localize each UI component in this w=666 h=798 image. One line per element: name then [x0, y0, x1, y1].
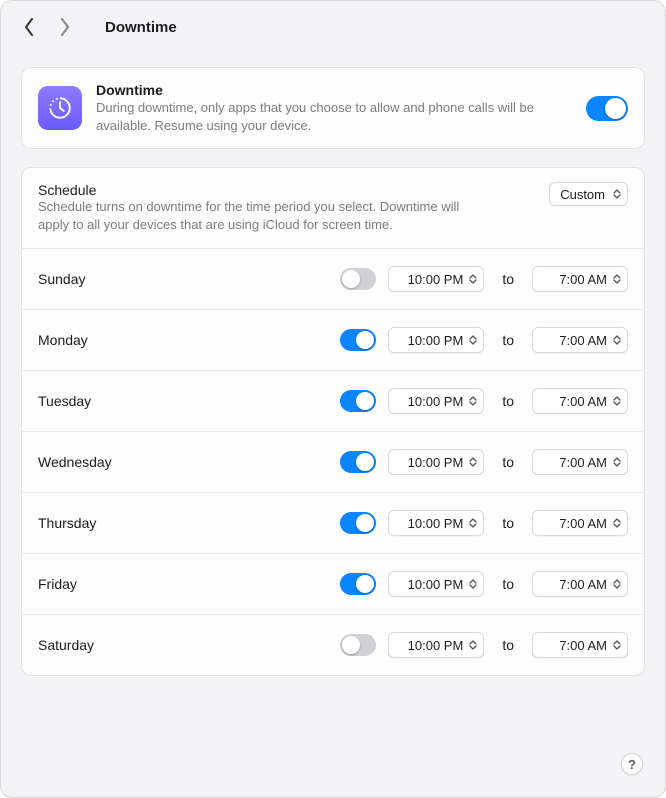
- time-stepper-icon: [611, 454, 623, 470]
- schedule-mode-popup[interactable]: Custom: [549, 182, 628, 206]
- start-time-field-thursday[interactable]: 10:00 PM: [388, 510, 484, 536]
- schedule-day-row: Sunday 10:00 PM to 7:00 AM: [22, 249, 644, 310]
- start-time-field-sunday[interactable]: 10:00 PM: [388, 266, 484, 292]
- time-to-label: to: [496, 637, 520, 653]
- back-button[interactable]: [15, 13, 43, 41]
- end-time-field-thursday[interactable]: 7:00 AM: [532, 510, 628, 536]
- end-time-value: 7:00 AM: [559, 455, 607, 470]
- end-time-value: 7:00 AM: [559, 272, 607, 287]
- time-stepper-icon: [467, 271, 479, 287]
- start-time-value: 10:00 PM: [408, 516, 464, 531]
- downtime-master-toggle[interactable]: [586, 96, 628, 121]
- content: Downtime During downtime, only apps that…: [1, 67, 665, 746]
- day-toggle-thursday[interactable]: [340, 512, 376, 534]
- help-button[interactable]: ?: [621, 753, 643, 775]
- start-time-field-wednesday[interactable]: 10:00 PM: [388, 449, 484, 475]
- schedule-header: Schedule Schedule turns on downtime for …: [22, 168, 644, 249]
- forward-button[interactable]: [51, 13, 79, 41]
- time-to-label: to: [496, 271, 520, 287]
- day-label: Sunday: [38, 271, 328, 287]
- preferences-window: Downtime Downtime During downtime, only …: [0, 0, 666, 798]
- start-time-field-tuesday[interactable]: 10:00 PM: [388, 388, 484, 414]
- time-stepper-icon: [611, 271, 623, 287]
- schedule-day-row: Monday 10:00 PM to 7:00 AM: [22, 310, 644, 371]
- day-label: Thursday: [38, 515, 328, 531]
- time-to-label: to: [496, 332, 520, 348]
- day-toggle-wednesday[interactable]: [340, 451, 376, 473]
- start-time-value: 10:00 PM: [408, 577, 464, 592]
- time-stepper-icon: [467, 576, 479, 592]
- downtime-icon: [38, 86, 82, 130]
- day-toggle-friday[interactable]: [340, 573, 376, 595]
- schedule-mode-label: Custom: [560, 187, 605, 202]
- end-time-value: 7:00 AM: [559, 638, 607, 653]
- day-toggle-sunday[interactable]: [340, 268, 376, 290]
- schedule-day-row: Saturday 10:00 PM to 7:00 AM: [22, 615, 644, 675]
- end-time-field-monday[interactable]: 7:00 AM: [532, 327, 628, 353]
- end-time-field-sunday[interactable]: 7:00 AM: [532, 266, 628, 292]
- end-time-field-tuesday[interactable]: 7:00 AM: [532, 388, 628, 414]
- downtime-summary-text: Downtime During downtime, only apps that…: [96, 82, 572, 134]
- time-stepper-icon: [467, 393, 479, 409]
- time-to-label: to: [496, 393, 520, 409]
- start-time-field-monday[interactable]: 10:00 PM: [388, 327, 484, 353]
- time-stepper-icon: [467, 454, 479, 470]
- time-stepper-icon: [611, 515, 623, 531]
- end-time-field-friday[interactable]: 7:00 AM: [532, 571, 628, 597]
- schedule-day-list: Sunday 10:00 PM to 7:00 AM Monday 10:00 PM to 7…: [22, 249, 644, 675]
- time-stepper-icon: [611, 332, 623, 348]
- time-stepper-icon: [611, 393, 623, 409]
- time-stepper-icon: [467, 637, 479, 653]
- time-to-label: to: [496, 576, 520, 592]
- schedule-day-row: Friday 10:00 PM to 7:00 AM: [22, 554, 644, 615]
- chevron-left-icon: [22, 17, 36, 37]
- day-label: Wednesday: [38, 454, 328, 470]
- day-toggle-tuesday[interactable]: [340, 390, 376, 412]
- start-time-value: 10:00 PM: [408, 455, 464, 470]
- downtime-summary-description: During downtime, only apps that you choo…: [96, 99, 536, 134]
- day-label: Monday: [38, 332, 328, 348]
- end-time-field-wednesday[interactable]: 7:00 AM: [532, 449, 628, 475]
- time-to-label: to: [496, 454, 520, 470]
- popup-stepper-icon: [611, 186, 623, 202]
- start-time-value: 10:00 PM: [408, 394, 464, 409]
- day-label: Tuesday: [38, 393, 328, 409]
- end-time-value: 7:00 AM: [559, 394, 607, 409]
- end-time-value: 7:00 AM: [559, 516, 607, 531]
- downtime-summary-title: Downtime: [96, 82, 572, 98]
- time-stepper-icon: [467, 332, 479, 348]
- schedule-day-row: Thursday 10:00 PM to 7:00 AM: [22, 493, 644, 554]
- toolbar: Downtime: [1, 1, 665, 53]
- schedule-card: Schedule Schedule turns on downtime for …: [21, 167, 645, 676]
- time-to-label: to: [496, 515, 520, 531]
- end-time-value: 7:00 AM: [559, 333, 607, 348]
- time-stepper-icon: [611, 637, 623, 653]
- day-label: Friday: [38, 576, 328, 592]
- day-toggle-monday[interactable]: [340, 329, 376, 351]
- schedule-day-row: Tuesday 10:00 PM to 7:00 AM: [22, 371, 644, 432]
- start-time-value: 10:00 PM: [408, 333, 464, 348]
- help-icon: ?: [628, 757, 636, 772]
- time-stepper-icon: [467, 515, 479, 531]
- schedule-title: Schedule: [38, 182, 537, 198]
- page-title: Downtime: [105, 19, 177, 36]
- end-time-value: 7:00 AM: [559, 577, 607, 592]
- schedule-description: Schedule turns on downtime for the time …: [38, 198, 478, 234]
- start-time-field-friday[interactable]: 10:00 PM: [388, 571, 484, 597]
- chevron-right-icon: [58, 17, 72, 37]
- start-time-value: 10:00 PM: [408, 638, 464, 653]
- day-label: Saturday: [38, 637, 328, 653]
- start-time-field-saturday[interactable]: 10:00 PM: [388, 632, 484, 658]
- schedule-day-row: Wednesday 10:00 PM to 7:00 AM: [22, 432, 644, 493]
- downtime-summary-card: Downtime During downtime, only apps that…: [21, 67, 645, 149]
- day-toggle-saturday[interactable]: [340, 634, 376, 656]
- end-time-field-saturday[interactable]: 7:00 AM: [532, 632, 628, 658]
- start-time-value: 10:00 PM: [408, 272, 464, 287]
- time-stepper-icon: [611, 576, 623, 592]
